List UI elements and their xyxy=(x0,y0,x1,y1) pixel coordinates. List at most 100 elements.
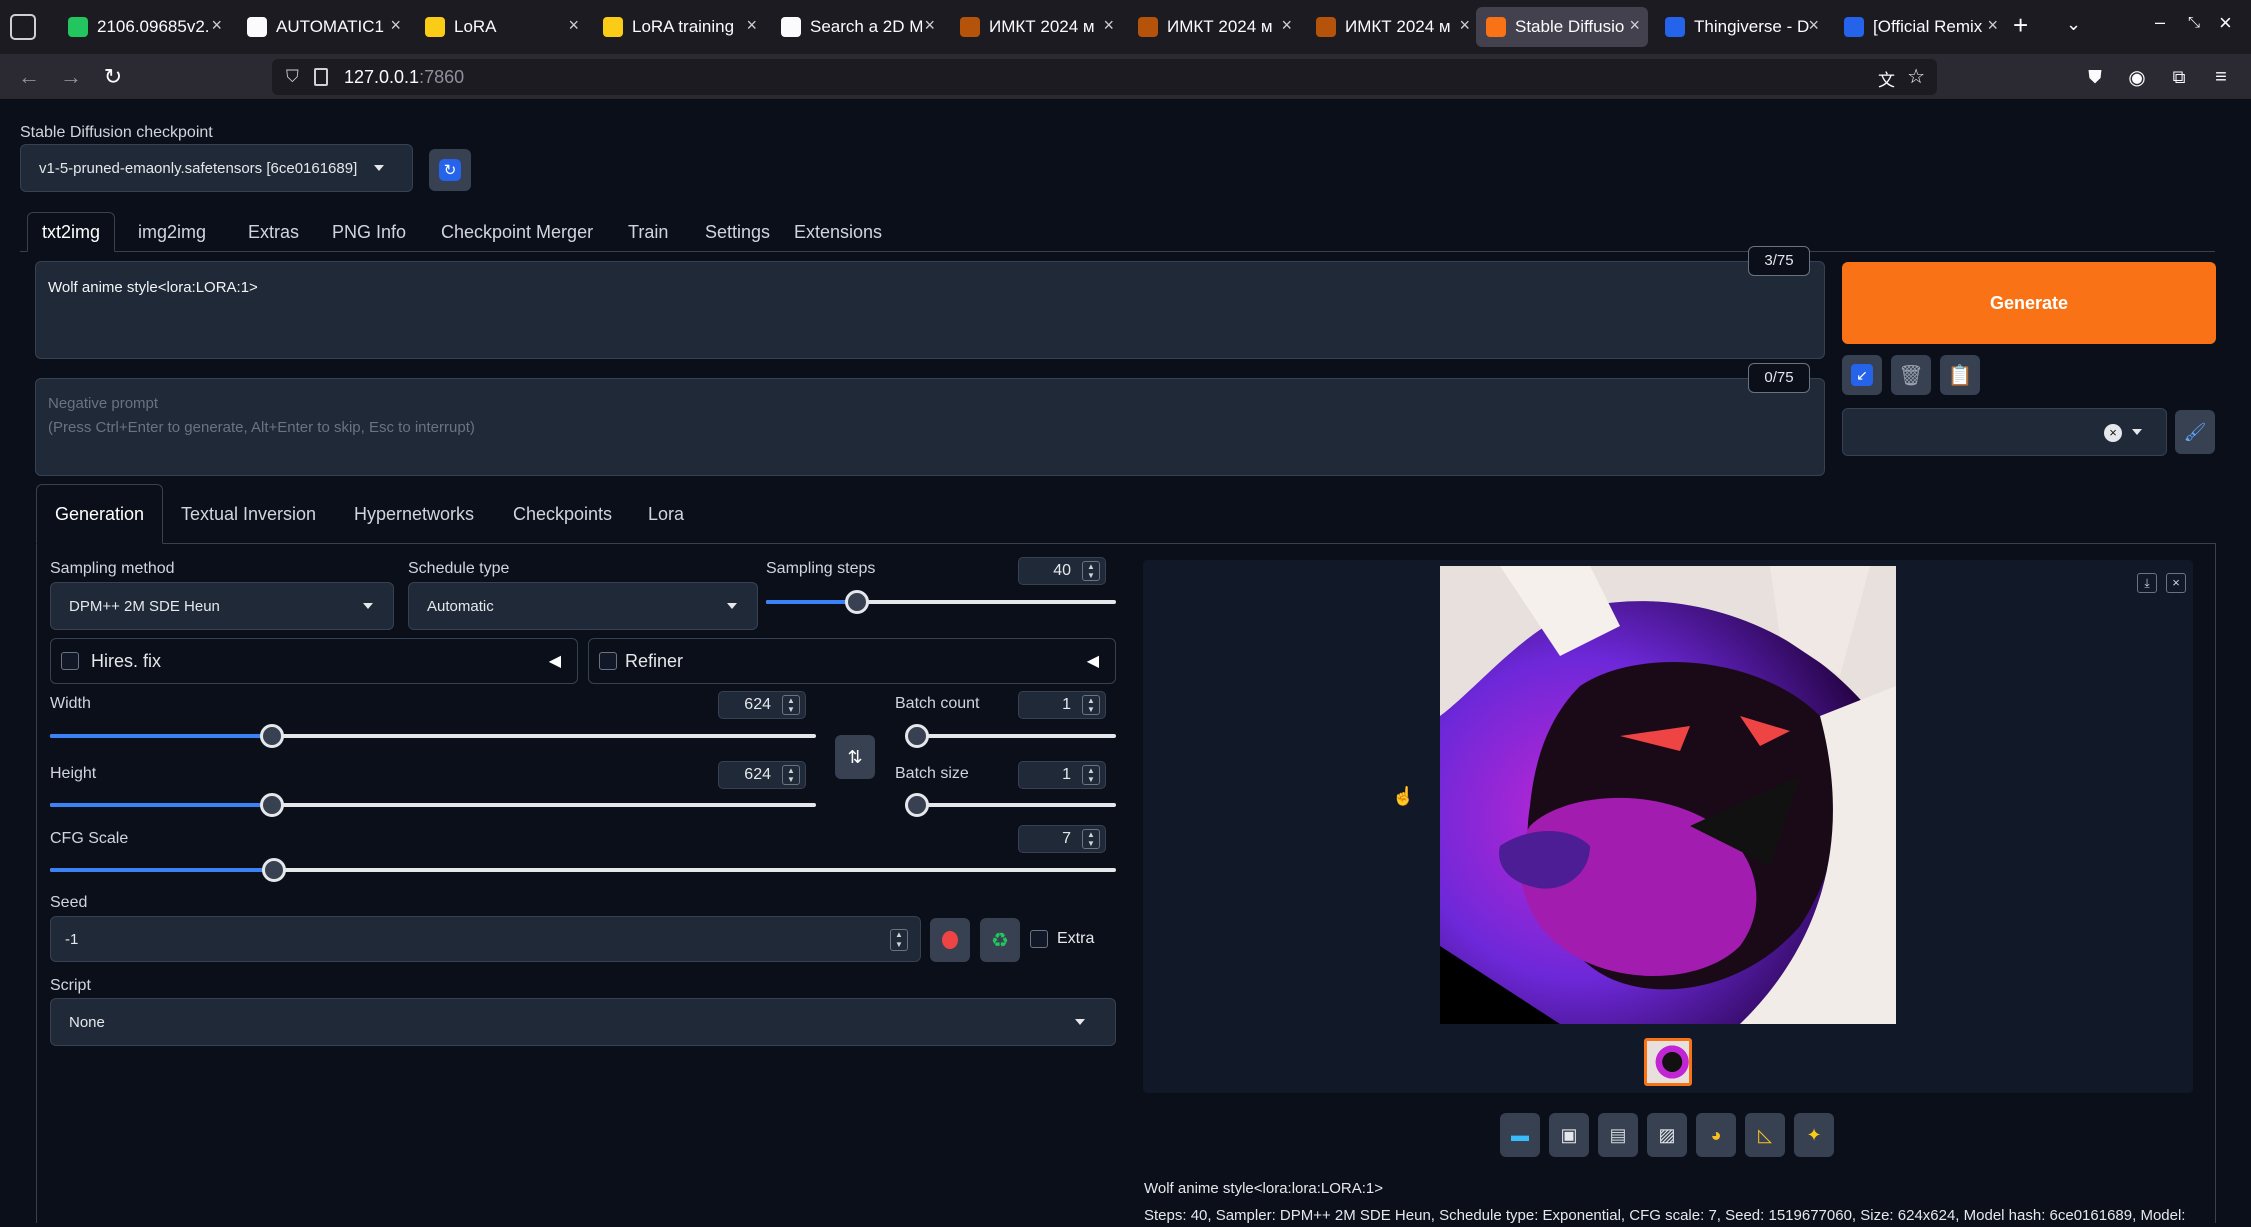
paste-style-button[interactable]: 📋 xyxy=(1940,355,1980,395)
download-icon[interactable]: ⤓ xyxy=(2137,573,2157,593)
height-input[interactable]: 624 ▲ ▼ xyxy=(718,761,806,789)
batch-size-input[interactable]: 1 ▲ ▼ xyxy=(1018,761,1106,789)
close-window-button[interactable]: × xyxy=(2219,10,2232,36)
subtab-hypernetworks[interactable]: Hypernetworks xyxy=(336,484,492,544)
random-seed-button[interactable] xyxy=(930,918,970,962)
browser-tab[interactable]: Search a 2D M × xyxy=(771,7,943,47)
stepper-icon[interactable]: ▲ ▼ xyxy=(782,695,800,715)
shield-icon[interactable]: ⛉ xyxy=(286,67,299,87)
sampling-steps-slider[interactable] xyxy=(766,590,1116,614)
forward-button[interactable]: → xyxy=(56,62,86,92)
tab-checkpoint-merger[interactable]: Checkpoint Merger xyxy=(427,212,607,252)
clear-prompt-button[interactable]: 🗑 xyxy=(1891,355,1931,395)
hires-fix-checkbox[interactable] xyxy=(61,652,79,670)
close-tab-icon[interactable]: × xyxy=(1103,15,1114,36)
cfg-scale-input[interactable]: 7 ▲ ▼ xyxy=(1018,825,1106,853)
generate-button[interactable]: Generate xyxy=(1842,262,2216,344)
stepper-icon[interactable]: ▲ ▼ xyxy=(1082,695,1100,715)
script-select[interactable]: None xyxy=(50,998,1116,1046)
close-tab-icon[interactable]: × xyxy=(746,15,757,36)
minimize-window-button[interactable]: – xyxy=(2155,12,2165,33)
browser-tab[interactable]: Stable Diffusio × xyxy=(1476,7,1648,47)
schedule-type-select[interactable]: Automatic xyxy=(408,582,758,630)
pocket-icon[interactable]: ⛊ xyxy=(2080,62,2110,92)
read-params-button[interactable]: ↙ xyxy=(1842,355,1882,395)
hires-fix-accordion[interactable]: Hires. fix ◀ xyxy=(50,638,578,684)
styles-select[interactable]: × xyxy=(1842,408,2167,456)
cfg-scale-slider[interactable] xyxy=(50,858,1116,882)
stepper-icon[interactable]: ▲ ▼ xyxy=(782,765,800,785)
swap-dimensions-button[interactable]: ⇅ xyxy=(835,735,875,779)
translate-icon[interactable]: 文 xyxy=(1878,66,1895,91)
save-button[interactable]: ▣ xyxy=(1549,1113,1589,1157)
generated-image[interactable] xyxy=(1440,566,1896,1024)
account-icon[interactable]: ◉ xyxy=(2122,62,2152,92)
subtab-generation[interactable]: Generation xyxy=(36,484,164,544)
zip-button[interactable]: ▤ xyxy=(1598,1113,1638,1157)
slider-thumb[interactable] xyxy=(905,724,929,748)
negative-prompt-input[interactable]: Negative prompt (Press Ctrl+Enter to gen… xyxy=(35,378,1825,476)
stepper-icon[interactable]: ▲ ▼ xyxy=(1082,765,1100,785)
extra-seed-checkbox[interactable] xyxy=(1030,930,1048,948)
gallery-thumbnail[interactable] xyxy=(1644,1038,1692,1086)
subtab-checkpoints[interactable]: Checkpoints xyxy=(495,484,630,544)
close-tab-icon[interactable]: × xyxy=(1459,15,1470,36)
upscale-button[interactable]: ✦ xyxy=(1794,1113,1834,1157)
refresh-checkpoints-button[interactable]: ↻ xyxy=(429,149,471,191)
extensions-icon[interactable]: ⧉ xyxy=(2164,62,2194,92)
collapse-triangle-icon[interactable]: ◀ xyxy=(549,651,561,671)
close-tab-icon[interactable]: × xyxy=(1629,15,1640,36)
tab-extensions[interactable]: Extensions xyxy=(780,212,896,252)
slider-thumb[interactable] xyxy=(845,590,869,614)
close-tab-icon[interactable]: × xyxy=(568,15,579,36)
address-bar[interactable]: ⛉ 127.0.0.1:7860 文 ☆ xyxy=(272,59,1937,95)
close-tab-icon[interactable]: × xyxy=(1281,15,1292,36)
tab-train[interactable]: Train xyxy=(614,212,682,252)
height-slider[interactable] xyxy=(50,793,816,817)
stepper-icon[interactable]: ▲ ▼ xyxy=(1082,829,1100,849)
browser-tab[interactable]: 2106.09685v2. × xyxy=(58,7,230,47)
list-tabs-chevron-icon[interactable]: ⌄ xyxy=(2066,14,2081,35)
reuse-seed-button[interactable]: ♻ xyxy=(980,918,1020,962)
open-folder-button[interactable]: ▬ xyxy=(1500,1113,1540,1157)
browser-tab[interactable]: ИМКТ 2024 м × xyxy=(950,7,1122,47)
browser-tab[interactable]: ИМКТ 2024 м × xyxy=(1128,7,1300,47)
restore-window-button[interactable]: ⤡ xyxy=(2188,14,2200,31)
close-tab-icon[interactable]: × xyxy=(1987,15,1998,36)
refiner-accordion[interactable]: Refiner ◀ xyxy=(588,638,1116,684)
browser-tab[interactable]: AUTOMATIC1 × xyxy=(237,7,409,47)
sampling-steps-input[interactable]: 40 ▲ ▼ xyxy=(1018,557,1106,585)
clear-styles-icon[interactable]: × xyxy=(2104,424,2122,442)
browser-tab[interactable]: [Official Remix × xyxy=(1834,7,2006,47)
close-tab-icon[interactable]: × xyxy=(390,15,401,36)
checkpoint-select[interactable]: v1-5-pruned-emaonly.safetensors [6ce0161… xyxy=(20,144,413,192)
width-slider[interactable] xyxy=(50,724,816,748)
bookmark-star-icon[interactable]: ☆ xyxy=(1907,64,1925,89)
edit-styles-button[interactable]: 🖌 xyxy=(2175,410,2215,454)
slider-thumb[interactable] xyxy=(905,793,929,817)
subtab-textual-inversion[interactable]: Textual Inversion xyxy=(163,484,334,544)
tab-extras[interactable]: Extras xyxy=(234,212,313,252)
new-tab-button[interactable]: + xyxy=(2013,10,2028,41)
slider-thumb[interactable] xyxy=(261,858,286,882)
batch-count-slider[interactable] xyxy=(905,724,1116,748)
close-tab-icon[interactable]: × xyxy=(924,15,935,36)
stepper-icon[interactable]: ▲ ▼ xyxy=(1082,561,1100,581)
browser-tab[interactable]: ИМКТ 2024 м × xyxy=(1306,7,1478,47)
stepper-icon[interactable]: ▲ ▼ xyxy=(890,929,908,951)
browser-tab[interactable]: Thingiverse - D × xyxy=(1655,7,1827,47)
close-tab-icon[interactable]: × xyxy=(1808,15,1819,36)
menu-icon[interactable]: ≡ xyxy=(2206,62,2236,92)
slider-thumb[interactable] xyxy=(260,724,285,748)
send-to-extras-button[interactable]: ◺ xyxy=(1745,1113,1785,1157)
prompt-input[interactable]: Wolf anime style<lora:LORA:1> xyxy=(35,261,1825,359)
sampling-method-select[interactable]: DPM++ 2M SDE Heun xyxy=(50,582,394,630)
send-to-img2img-button[interactable]: ▨ xyxy=(1647,1113,1687,1157)
send-to-inpaint-button[interactable]: ◕ xyxy=(1696,1113,1736,1157)
seed-input[interactable]: -1 ▲ ▼ xyxy=(50,916,921,962)
batch-count-input[interactable]: 1 ▲ ▼ xyxy=(1018,691,1106,719)
slider-thumb[interactable] xyxy=(260,793,285,817)
close-icon[interactable]: × xyxy=(2166,573,2186,593)
collapse-triangle-icon[interactable]: ◀ xyxy=(1087,651,1099,671)
browser-tab[interactable]: LoRA training × xyxy=(593,7,765,47)
